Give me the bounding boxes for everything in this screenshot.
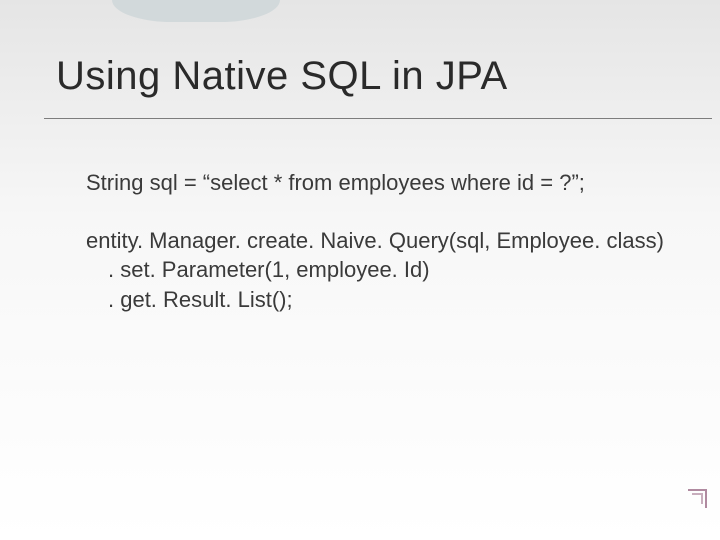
- corner-accent-icon: [686, 488, 708, 510]
- code-line-sql-string: String sql = “select * from employees wh…: [86, 168, 680, 198]
- code-line-get-result: . get. Result. List();: [86, 285, 680, 315]
- top-tab-accent: [112, 0, 280, 22]
- slide-title: Using Native SQL in JPA: [56, 54, 680, 99]
- slide: Using Native SQL in JPA String sql = “se…: [0, 0, 720, 540]
- slide-body: String sql = “select * from employees wh…: [86, 168, 680, 315]
- code-line-create-query: entity. Manager. create. Naive. Query(sq…: [86, 226, 680, 256]
- title-underline: [44, 118, 712, 119]
- code-block: entity. Manager. create. Naive. Query(sq…: [86, 226, 680, 315]
- code-line-set-parameter: . set. Parameter(1, employee. Id): [86, 255, 680, 285]
